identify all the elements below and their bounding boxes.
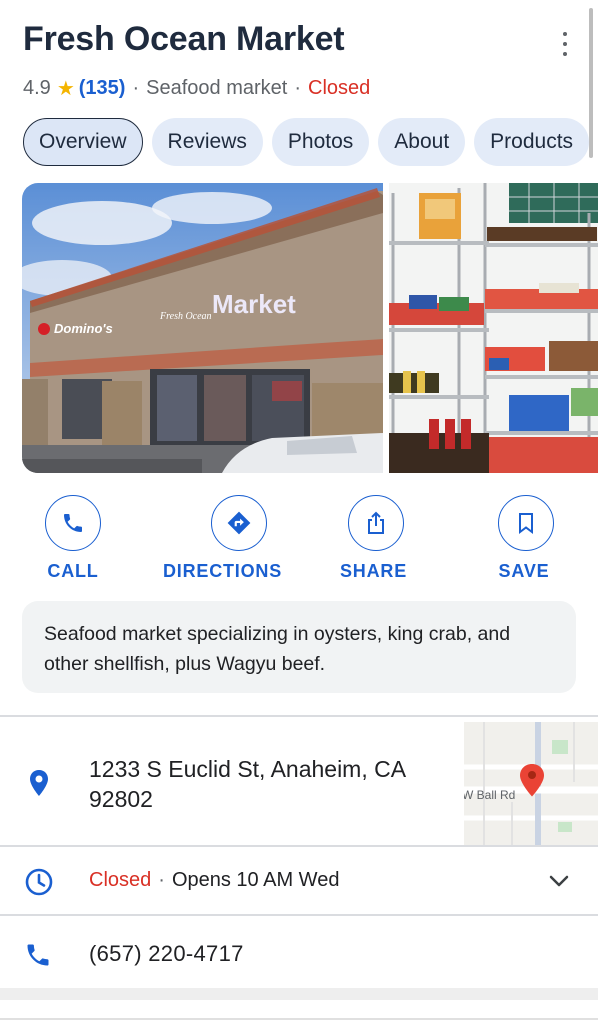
directions-button[interactable]: DIRECTIONS (163, 495, 282, 582)
hours-row[interactable]: Closed · Opens 10 AM Wed (89, 869, 339, 892)
tab-photos[interactable]: Photos (271, 118, 370, 166)
call-circle (45, 495, 101, 551)
separator: · (158, 869, 165, 891)
more-options-icon[interactable] (557, 32, 573, 56)
save-circle (498, 495, 554, 551)
dominos-sign: Domino's (54, 321, 113, 336)
directions-icon (227, 511, 251, 535)
share-button[interactable]: SHARE (340, 495, 407, 582)
bookmark-icon (519, 513, 533, 534)
rating-value: 4.9 (23, 77, 51, 99)
address-text[interactable]: 1233 S Euclid St, Anaheim, CA 92802 (89, 754, 449, 814)
map-road-label: W Ball Rd (464, 788, 515, 802)
divider (0, 914, 598, 916)
place-title: Fresh Ocean Market (23, 20, 345, 58)
storefront-photo[interactable]: Domino's Fresh Ocean Market (22, 183, 383, 473)
directions-label: DIRECTIONS (163, 561, 283, 581)
divider (0, 1018, 598, 1020)
action-bar: CALL DIRECTIONS SHARE SAVE (0, 495, 598, 585)
call-label: CALL (47, 561, 99, 581)
chevron-down-icon[interactable] (548, 872, 570, 890)
save-button[interactable]: SAVE (494, 495, 554, 582)
script-sign: Fresh Ocean (159, 311, 212, 322)
tab-about[interactable]: About (378, 118, 466, 166)
separator: · (294, 77, 301, 99)
place-meta: 4.9 ★ (135) · Seafood market · Closed (23, 76, 370, 101)
hours-status: Closed (89, 869, 152, 891)
divider (0, 845, 598, 847)
clock-icon (25, 868, 53, 896)
divider (0, 715, 598, 717)
share-icon (367, 511, 384, 534)
tab-overview[interactable]: Overview (23, 118, 143, 166)
market-sign: Market (212, 289, 296, 319)
phone-number[interactable]: (657) 220-4717 (89, 941, 244, 967)
place-description[interactable]: Seafood market specializing in oysters, … (22, 601, 576, 693)
phone-icon (27, 944, 49, 966)
phone-icon (64, 514, 82, 532)
hours-next-open: Opens 10 AM Wed (171, 869, 340, 891)
save-label: SAVE (498, 561, 550, 581)
share-label: SHARE (340, 561, 408, 581)
tab-bar: Overview Reviews Photos About Products (23, 118, 598, 168)
star-icon: ★ (56, 78, 75, 100)
open-status: Closed (308, 77, 371, 99)
section-separator (0, 988, 598, 1000)
call-button[interactable]: CALL (45, 495, 101, 582)
review-count-link[interactable]: (135) (79, 77, 126, 100)
shelves-photo[interactable] (389, 183, 598, 473)
tab-products[interactable]: Products (474, 118, 590, 166)
separator: · (132, 77, 140, 99)
share-circle (347, 495, 404, 551)
place-category: Seafood market (146, 77, 288, 99)
directions-circle (211, 495, 267, 551)
map-thumbnail[interactable]: W Ball Rd (464, 722, 598, 845)
location-pin-icon (30, 770, 48, 796)
tab-reviews[interactable]: Reviews (151, 118, 263, 166)
